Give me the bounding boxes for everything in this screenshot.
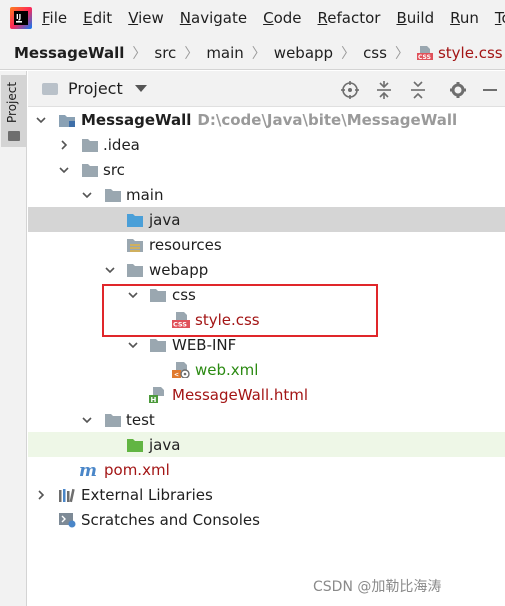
tree-row-pom-xml[interactable]: m pom.xml xyxy=(28,457,505,482)
test-source-folder-icon xyxy=(126,437,144,453)
tree-row-resources[interactable]: resources xyxy=(28,232,505,257)
breadcrumb-separator-icon: 〉 xyxy=(394,45,409,62)
tree-row-java-test[interactable]: java xyxy=(28,432,505,457)
tree-label-scratches: Scratches and Consoles xyxy=(81,510,260,529)
menu-code[interactable]: Code xyxy=(263,9,301,27)
menu-bar: IJ File Edit View Navigate Code Refactor… xyxy=(0,0,505,36)
tree-row-main[interactable]: main xyxy=(28,182,505,207)
tree-label-web-xml: web.xml xyxy=(195,360,259,379)
project-tree: MessageWall D:\code\Java\bite\MessageWall… xyxy=(28,107,505,606)
project-stripe-button[interactable]: Project xyxy=(1,75,26,147)
collapsed-arrow-icon[interactable] xyxy=(57,138,71,152)
tree-label-src: src xyxy=(103,160,125,179)
expanded-arrow-icon[interactable] xyxy=(57,163,71,177)
tree-label-pom-xml: pom.xml xyxy=(104,460,170,479)
expanded-arrow-icon[interactable] xyxy=(80,413,94,427)
tree-row-test[interactable]: test xyxy=(28,407,505,432)
css-file-icon: CSS xyxy=(416,45,433,61)
tree-label-resources: resources xyxy=(149,235,222,254)
project-tool-window-header: Project xyxy=(28,71,505,107)
tree-row-webapp[interactable]: webapp xyxy=(28,257,505,282)
collapse-all-icon[interactable] xyxy=(408,80,428,100)
menu-run[interactable]: Run xyxy=(450,9,479,27)
tree-row-root[interactable]: MessageWall D:\code\Java\bite\MessageWall xyxy=(28,107,505,132)
tree-label-web-inf: WEB-INF xyxy=(172,335,237,354)
menu-file[interactable]: File xyxy=(42,9,67,27)
tree-label-idea: .idea xyxy=(103,135,140,154)
menu-edit[interactable]: Edit xyxy=(83,9,112,27)
tool-window-stripe: Project xyxy=(0,71,27,606)
tree-label-external-libraries: External Libraries xyxy=(81,485,213,504)
minimize-icon[interactable] xyxy=(480,80,500,100)
svg-text:CSS: CSS xyxy=(418,54,431,61)
breadcrumb-css[interactable]: css xyxy=(363,44,387,62)
breadcrumb-separator-icon: 〉 xyxy=(341,45,356,62)
highlight-annotation-box xyxy=(102,284,378,337)
breadcrumb: MessageWall 〉 src 〉 main 〉 webapp 〉 css … xyxy=(0,36,505,70)
tree-label-root: MessageWall D:\code\Java\bite\MessageWall xyxy=(81,111,457,129)
intellij-logo-icon: IJ xyxy=(10,7,32,29)
folder-icon xyxy=(126,262,144,278)
expanded-arrow-icon[interactable] xyxy=(34,113,48,127)
html-file-icon: H xyxy=(149,386,167,403)
tree-row-web-xml[interactable]: < web.xml xyxy=(28,357,505,382)
tree-label-java-main: java xyxy=(149,210,181,229)
scratches-icon xyxy=(58,512,76,528)
folder-icon xyxy=(149,337,167,353)
folder-icon xyxy=(104,187,122,203)
breadcrumb-project[interactable]: MessageWall xyxy=(14,44,124,62)
expanded-arrow-icon[interactable] xyxy=(80,188,94,202)
collapsed-arrow-icon[interactable] xyxy=(34,488,48,502)
breadcrumb-separator-icon: 〉 xyxy=(251,45,266,62)
svg-text:IJ: IJ xyxy=(16,13,21,21)
source-folder-icon xyxy=(126,212,144,228)
libraries-icon xyxy=(58,487,76,503)
menu-refactor[interactable]: Refactor xyxy=(318,9,381,27)
tree-row-src[interactable]: src xyxy=(28,157,505,182)
tree-label-test: test xyxy=(126,410,155,429)
folder-icon xyxy=(104,412,122,428)
breadcrumb-separator-icon: 〉 xyxy=(184,45,199,62)
menu-navigate[interactable]: Navigate xyxy=(180,9,247,27)
tree-label-main: main xyxy=(126,185,164,204)
folder-icon xyxy=(81,137,99,153)
tree-label-webapp: webapp xyxy=(149,260,209,279)
tree-row-message-wall-html[interactable]: H MessageWall.html xyxy=(28,382,505,407)
tree-label-java-test: java xyxy=(149,435,181,454)
tree-row-idea[interactable]: .idea xyxy=(28,132,505,157)
breadcrumb-style-css[interactable]: style.css xyxy=(438,44,503,62)
locate-icon[interactable] xyxy=(340,80,360,100)
project-view-icon xyxy=(42,82,58,95)
resources-folder-icon xyxy=(126,237,144,253)
csdn-watermark: CSDN @加勒比海涛 xyxy=(313,579,442,595)
folder-icon xyxy=(81,162,99,178)
expand-all-icon[interactable] xyxy=(374,80,394,100)
project-stripe-label: Project xyxy=(5,81,19,123)
breadcrumb-main[interactable]: main xyxy=(206,44,243,62)
expanded-arrow-icon[interactable] xyxy=(103,263,117,277)
settings-icon[interactable] xyxy=(448,80,468,100)
chevron-down-icon[interactable] xyxy=(134,85,147,92)
breadcrumb-separator-icon: 〉 xyxy=(132,45,147,62)
svg-text:H: H xyxy=(151,395,157,402)
root-name: MessageWall xyxy=(81,110,192,129)
breadcrumb-src[interactable]: src xyxy=(154,44,176,62)
root-path: D:\code\Java\bite\MessageWall xyxy=(197,110,458,129)
tree-row-external-libraries[interactable]: External Libraries xyxy=(28,482,505,507)
folder-icon xyxy=(8,131,20,141)
svg-text:<: < xyxy=(174,371,179,378)
tool-window-title[interactable]: Project xyxy=(68,79,123,98)
module-folder-icon xyxy=(58,112,76,128)
menu-tools[interactable]: To xyxy=(495,9,505,27)
tree-label-message-wall-html: MessageWall.html xyxy=(172,385,309,404)
menu-build[interactable]: Build xyxy=(396,9,434,27)
breadcrumb-webapp[interactable]: webapp xyxy=(274,44,333,62)
maven-icon: m xyxy=(79,461,97,481)
menu-view[interactable]: View xyxy=(128,9,164,27)
tree-row-scratches[interactable]: Scratches and Consoles xyxy=(28,507,505,532)
tree-row-java-main[interactable]: java xyxy=(28,207,505,232)
svg-text:m: m xyxy=(79,462,97,478)
xml-config-file-icon: < xyxy=(172,361,190,379)
expanded-arrow-icon[interactable] xyxy=(126,338,140,352)
